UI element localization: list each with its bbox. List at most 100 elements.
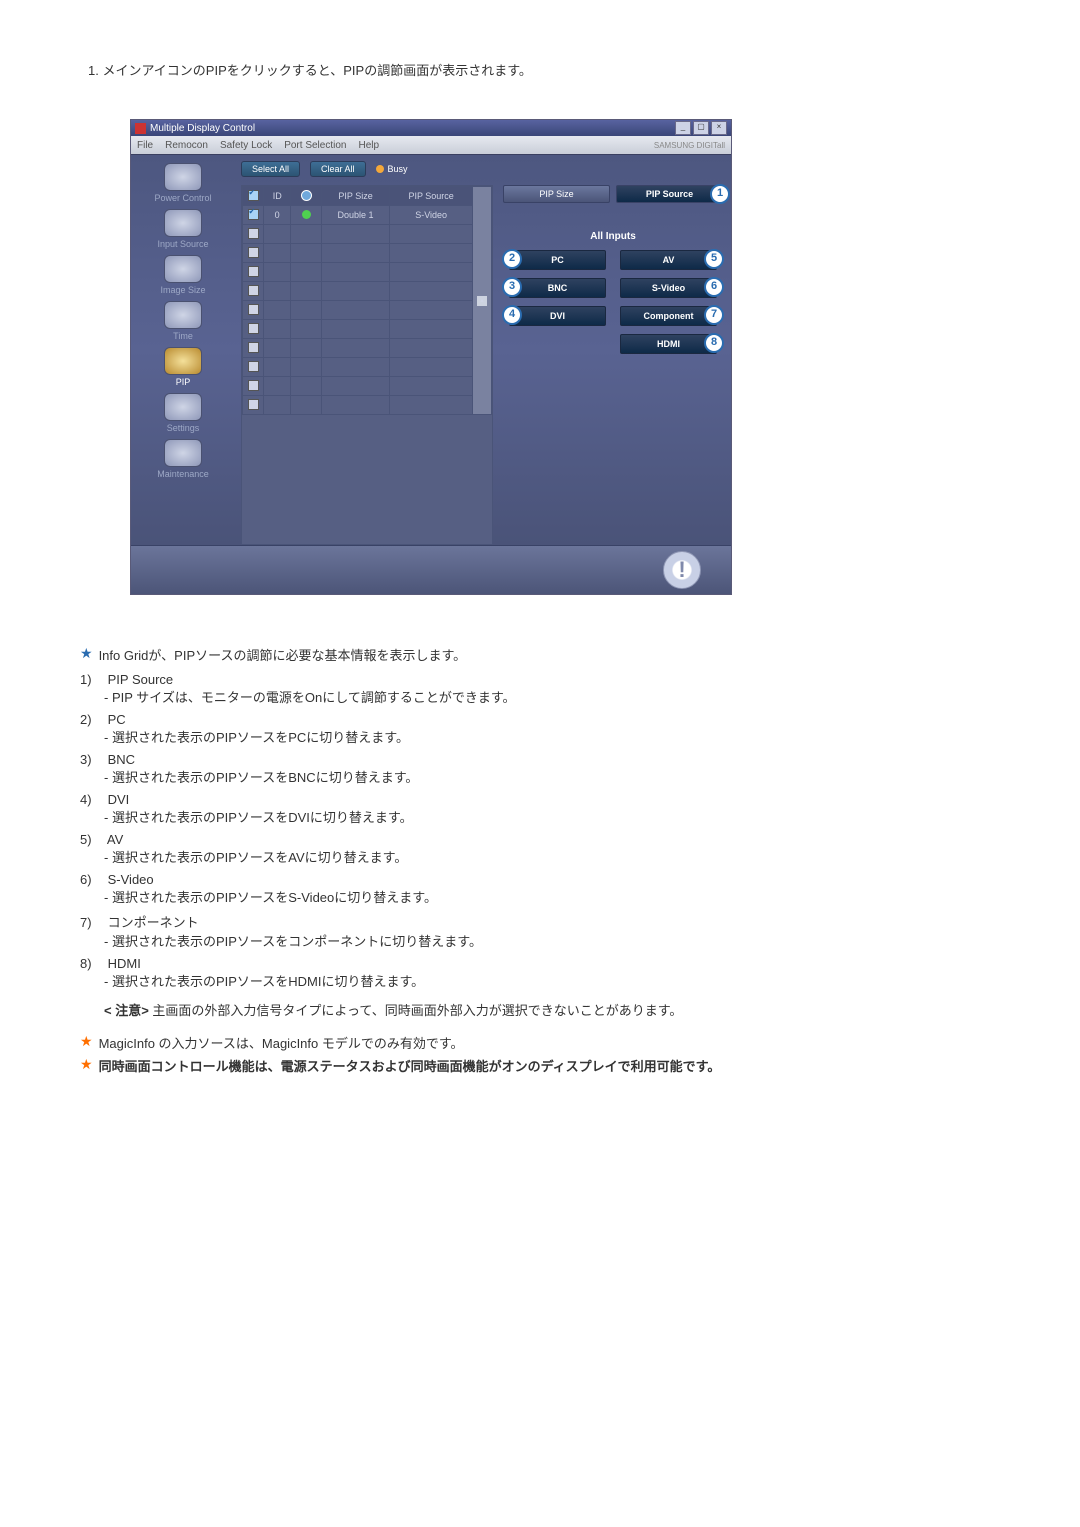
maintenance-icon xyxy=(164,439,202,467)
input-svideo-button[interactable]: S-Video 6 xyxy=(620,278,717,298)
caution-text: 主画面の外部入力信号タイプによって、同時画面外部入力が選択できないことがあります… xyxy=(152,1003,682,1018)
star-icon: ★ xyxy=(80,645,93,662)
btn-label: Component xyxy=(644,311,694,321)
maximize-button[interactable]: ▢ xyxy=(693,121,709,135)
col-check[interactable] xyxy=(243,187,264,206)
input-dvi-button[interactable]: 4 DVI xyxy=(509,306,606,326)
btn-label: S-Video xyxy=(652,283,685,293)
table-row xyxy=(243,320,492,339)
item-num: 2) xyxy=(80,712,104,727)
item-num: 6) xyxy=(80,872,104,887)
toolbar: Select All Clear All Busy xyxy=(241,161,723,177)
caution-note: < 注意> 主画面の外部入力信号タイプによって、同時画面外部入力が選択できないこ… xyxy=(104,1000,1000,1019)
badge-4: 4 xyxy=(502,305,522,325)
item-title: AV xyxy=(107,832,123,847)
item-title: コンポーネント xyxy=(108,915,199,930)
info-grid-desc: Info Gridが、PIPソースの調節に必要な基本情報を表示します。 xyxy=(99,645,467,664)
btn-label: DVI xyxy=(550,311,565,321)
intro-text: 1. メインアイコンのPIPをクリックすると、PIPの調節画面が表示されます。 xyxy=(88,60,1000,79)
footer-bar: ! xyxy=(131,545,731,594)
btn-label: BNC xyxy=(548,283,568,293)
item-num: 8) xyxy=(80,956,104,971)
busy-indicator: Busy xyxy=(376,164,408,174)
main-area: Select All Clear All Busy ID PIP Size xyxy=(235,155,731,545)
input-component-button[interactable]: Component 7 xyxy=(620,306,717,326)
menu-help[interactable]: Help xyxy=(358,140,379,151)
image-size-icon xyxy=(164,255,202,283)
quit-icon[interactable]: ! xyxy=(663,551,701,589)
menu-file[interactable]: File xyxy=(137,140,153,151)
item-title: BNC xyxy=(108,752,135,767)
tab-pip-source[interactable]: PIP Source 1 xyxy=(616,185,723,203)
input-source-icon xyxy=(164,209,202,237)
item-num: 4) xyxy=(80,792,104,807)
badge-1: 1 xyxy=(710,184,730,204)
item-desc: - 選択された表示のPIPソースをコンポーネントに切り替えます。 xyxy=(104,931,1000,950)
table-row xyxy=(243,244,492,263)
cell-id: 0 xyxy=(264,206,291,225)
table-row xyxy=(243,282,492,301)
sidebar-item-pip[interactable]: PIP xyxy=(135,345,231,387)
app-body: Power Control Input Source Image Size Ti… xyxy=(131,154,731,545)
sidebar-item-image-size[interactable]: Image Size xyxy=(135,253,231,295)
menu-port-selection[interactable]: Port Selection xyxy=(284,140,346,151)
item-desc: - 選択された表示のPIPソースをAVに切り替えます。 xyxy=(104,847,1000,866)
titlebar: Multiple Display Control _ ▢ × xyxy=(131,120,731,136)
badge-7: 7 xyxy=(704,305,724,325)
badge-5: 5 xyxy=(704,249,724,269)
tab-label: PIP Source xyxy=(646,189,693,199)
table-row xyxy=(243,339,492,358)
table-row xyxy=(243,301,492,320)
sidebar-label: Input Source xyxy=(135,239,231,249)
table-row[interactable]: 0 Double 1 S-Video xyxy=(243,206,492,225)
btn-label: HDMI xyxy=(657,339,680,349)
table-row xyxy=(243,396,492,415)
settings-icon xyxy=(164,393,202,421)
item-num: 3) xyxy=(80,752,104,767)
busy-dot-icon xyxy=(376,165,384,173)
app-icon xyxy=(135,123,146,134)
sidebar-label: PIP xyxy=(135,377,231,387)
item-title: HDMI xyxy=(108,956,141,971)
table-row xyxy=(243,263,492,282)
sidebar-item-input-source[interactable]: Input Source xyxy=(135,207,231,249)
close-button[interactable]: × xyxy=(711,121,727,135)
sidebar-item-settings[interactable]: Settings xyxy=(135,391,231,433)
minimize-button[interactable]: _ xyxy=(675,121,691,135)
item-title: DVI xyxy=(108,792,130,807)
sidebar-label: Settings xyxy=(135,423,231,433)
item-desc: - 選択された表示のPIPソースをBNCに切り替えます。 xyxy=(104,767,1000,786)
item-title: PC xyxy=(108,712,126,727)
menu-remocon[interactable]: Remocon xyxy=(165,140,208,151)
badge-8: 8 xyxy=(704,333,724,353)
item-desc: - PIP サイズは、モニターの電源をOnにして調節することができます。 xyxy=(104,687,1000,706)
power-icon xyxy=(164,163,202,191)
item-desc: - 選択された表示のPIPソースをDVIに切り替えます。 xyxy=(104,807,1000,826)
input-bnc-button[interactable]: 3 BNC xyxy=(509,278,606,298)
input-pc-button[interactable]: 2 PC xyxy=(509,250,606,270)
caution-label: < 注意> xyxy=(104,1003,149,1018)
badge-2: 2 xyxy=(502,249,522,269)
menubar: File Remocon Safety Lock Port Selection … xyxy=(131,136,731,154)
cell-size: Double 1 xyxy=(321,206,389,225)
tab-pip-size[interactable]: PIP Size xyxy=(503,185,610,203)
row-checkbox[interactable] xyxy=(248,209,259,220)
sidebar-item-time[interactable]: Time xyxy=(135,299,231,341)
col-id: ID xyxy=(264,187,291,206)
input-av-button[interactable]: AV 5 xyxy=(620,250,717,270)
star-icon: ★ xyxy=(80,1033,93,1050)
menu-safety-lock[interactable]: Safety Lock xyxy=(220,140,272,151)
scrollbar[interactable]: ▲ xyxy=(473,187,492,415)
sidebar-label: Maintenance xyxy=(135,469,231,479)
item-num: 7) xyxy=(80,915,104,930)
sidebar-item-power-control[interactable]: Power Control xyxy=(135,161,231,203)
table-row xyxy=(243,358,492,377)
sidebar-item-maintenance[interactable]: Maintenance xyxy=(135,437,231,479)
document-body: ★ Info Gridが、PIPソースの調節に必要な基本情報を表示します。 1)… xyxy=(80,645,1000,1075)
btn-label: PC xyxy=(551,255,564,265)
item-num: 1) xyxy=(80,672,104,687)
clear-all-button[interactable]: Clear All xyxy=(310,161,366,177)
input-hdmi-button[interactable]: HDMI 8 xyxy=(620,334,717,354)
item-title: S-Video xyxy=(108,872,154,887)
select-all-button[interactable]: Select All xyxy=(241,161,300,177)
